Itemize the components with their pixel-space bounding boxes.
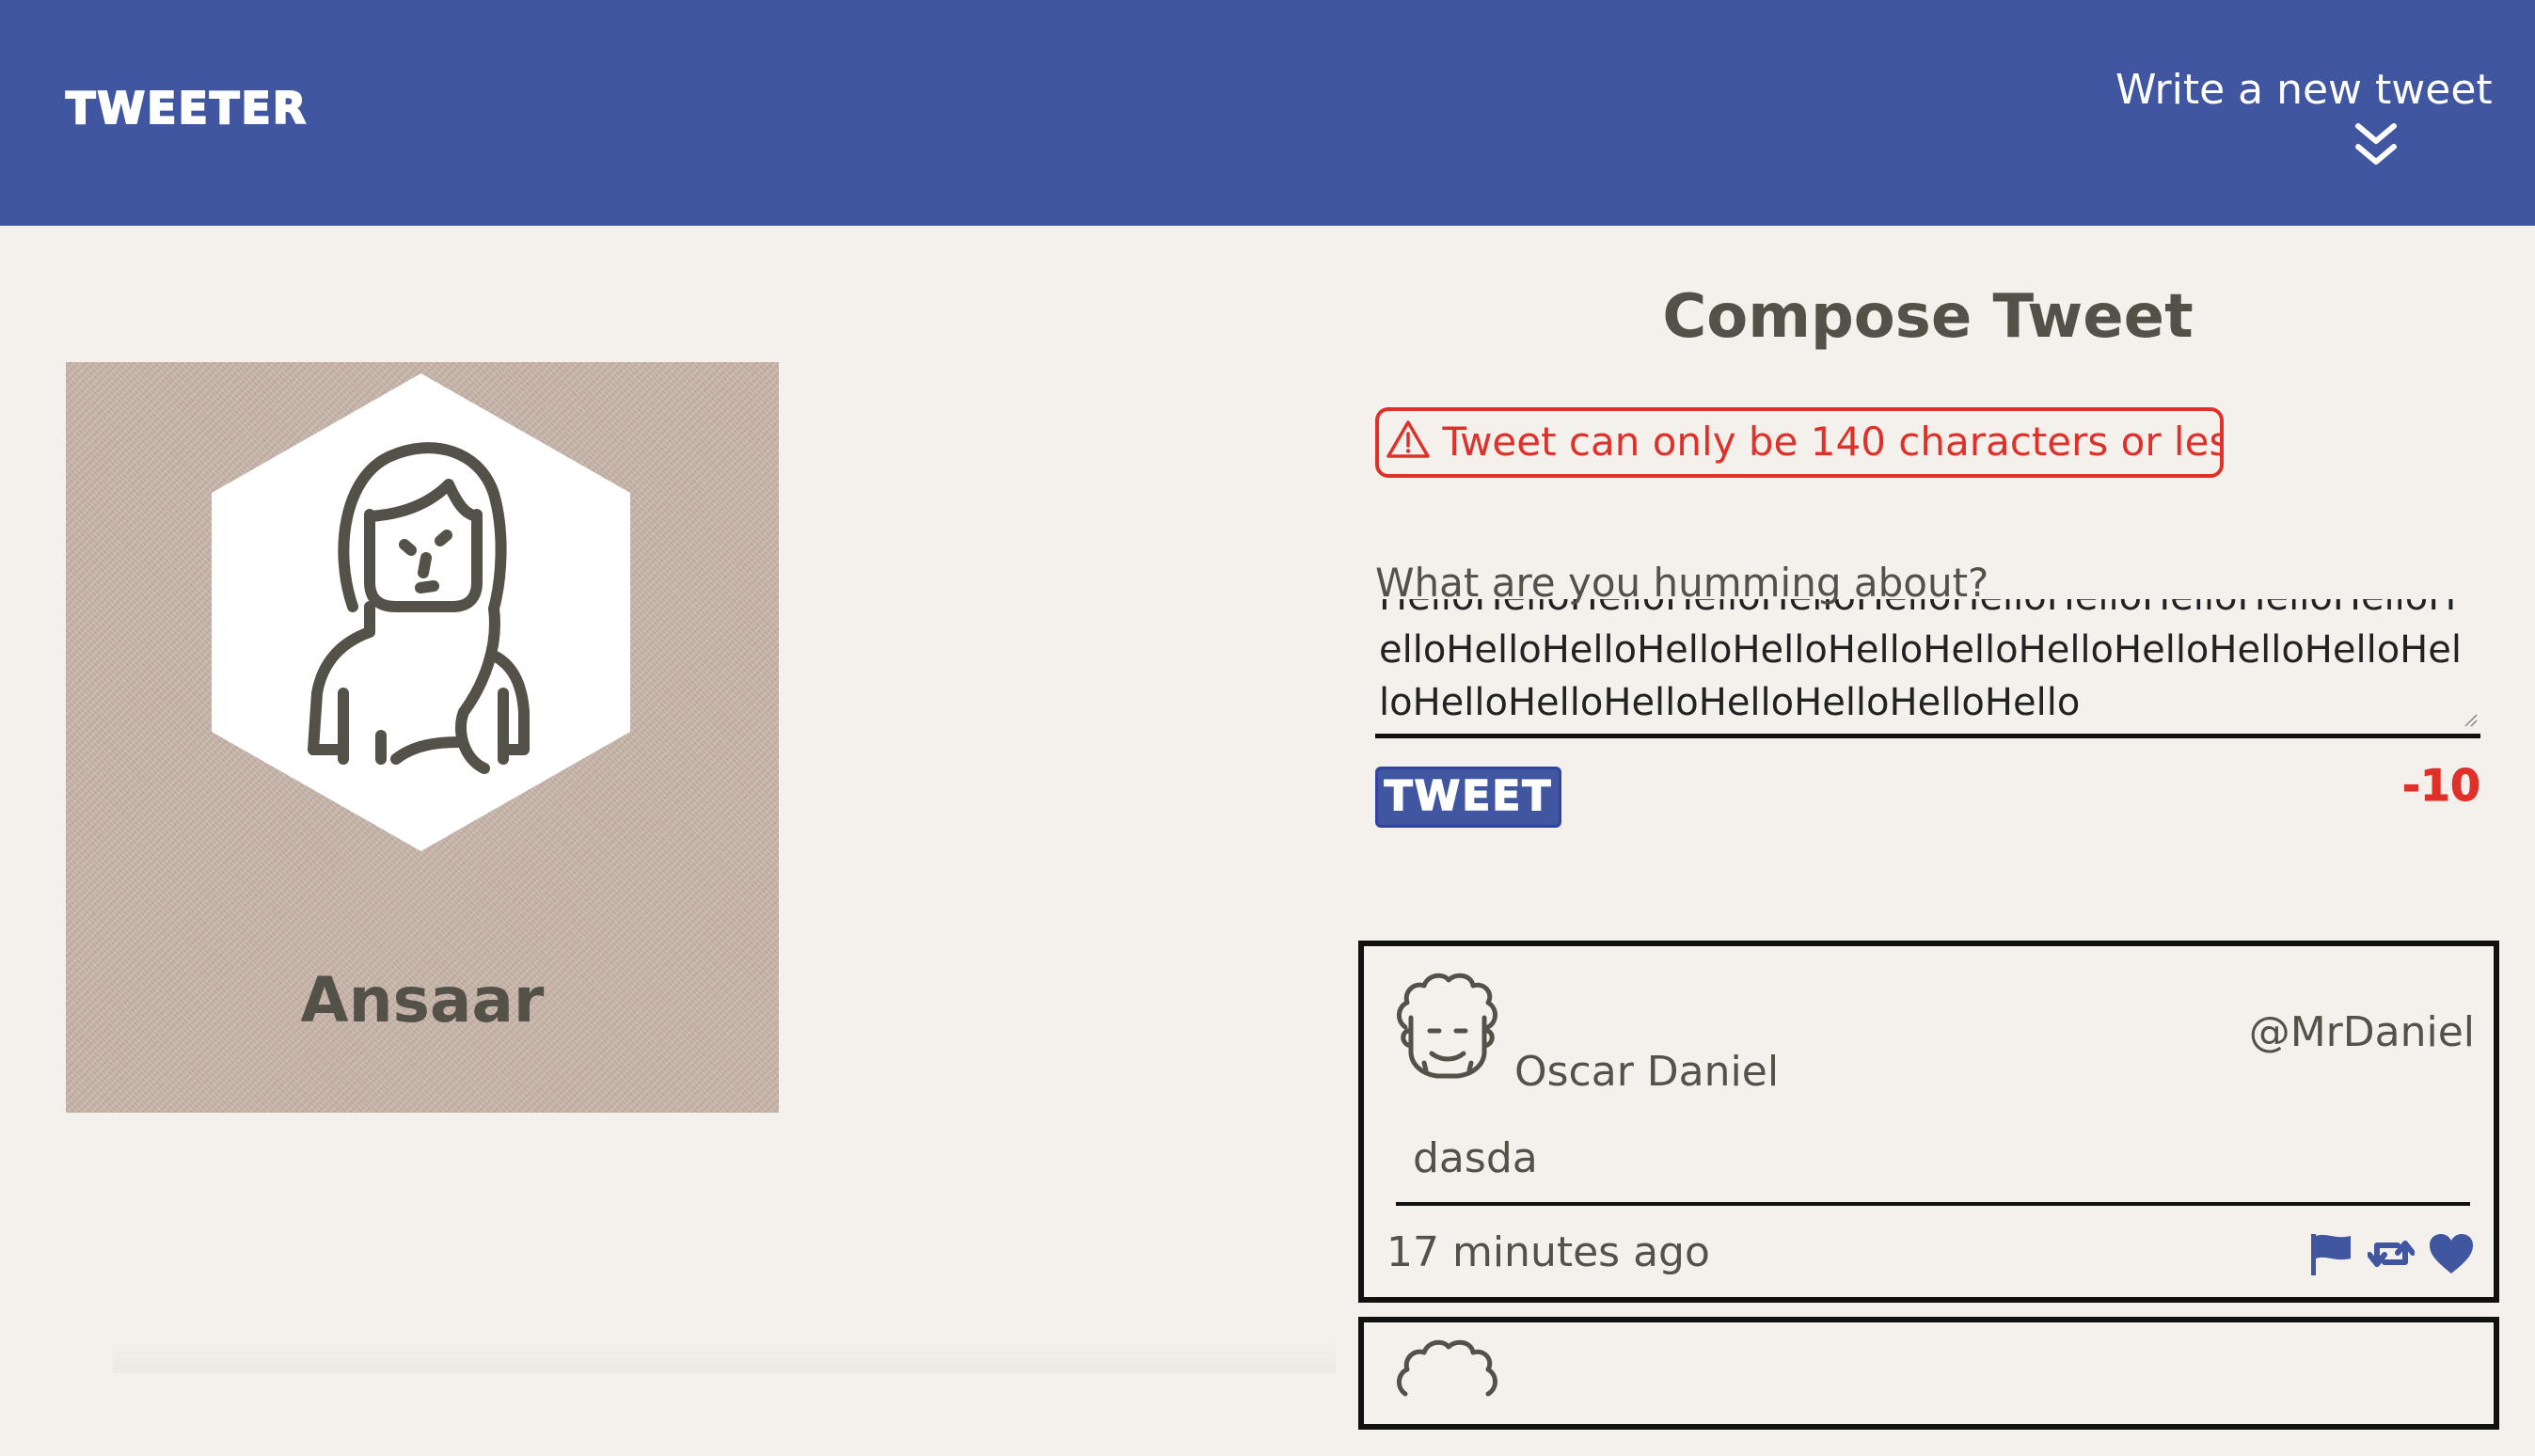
tweet-divider — [1396, 1202, 2470, 1206]
tweet-textarea-label: What are you humming about? — [1375, 560, 1989, 606]
character-counter: -10 — [2401, 760, 2480, 812]
textarea-line: elloHelloHelloHelloHelloHelloHelloHelloH… — [1379, 628, 2462, 672]
resize-grip-icon[interactable] — [2464, 713, 2479, 728]
tweet-author-name: Oscar Daniel — [1514, 1048, 1780, 1096]
textarea-line: loHelloHelloHelloHelloHelloHelloHello — [1379, 681, 2081, 724]
tweet-content: dasda — [1413, 1134, 1538, 1182]
flag-icon[interactable] — [2307, 1232, 2354, 1275]
retweet-icon[interactable] — [2368, 1232, 2415, 1275]
woman-avatar-icon — [212, 373, 630, 851]
write-new-tweet-label[interactable]: Write a new tweet — [2115, 66, 2493, 114]
tweet-timestamp: 17 minutes ago — [1386, 1228, 1710, 1276]
compose-tweet-form: HelloHelloHelloHelloHelloHelloHelloHello… — [1375, 560, 2480, 748]
navbar: TWEETER Write a new tweet — [0, 0, 2535, 226]
warning-icon — [1386, 420, 1430, 458]
error-message-text: Tweet can only be 140 characters or less — [1442, 419, 2224, 465]
heart-icon[interactable] — [2428, 1232, 2475, 1275]
tweet-card: Oscar Daniel @MrDaniel dasda 17 minutes … — [1358, 941, 2499, 1303]
double-chevron-down-icon[interactable] — [2353, 120, 2400, 169]
profile-name: Ansaar — [300, 964, 545, 1037]
user-profile-card: Ansaar — [66, 362, 779, 1113]
error-message: Tweet can only be 140 characters or less — [1375, 407, 2224, 478]
page-shadow — [113, 1336, 1336, 1373]
tweet-card — [1358, 1317, 2499, 1430]
compose-title: Compose Tweet — [1662, 282, 2194, 352]
tweet-textarea[interactable]: HelloHelloHelloHelloHelloHelloHelloHello… — [1375, 599, 2480, 738]
curly-hair-man-avatar-icon — [1397, 973, 1497, 1079]
tweet-author-handle: @MrDaniel — [2248, 1008, 2475, 1056]
tweet-submit-button[interactable]: TWEET — [1375, 767, 1561, 828]
brand-logo[interactable]: TWEETER — [65, 82, 308, 135]
tweet-actions — [2307, 1230, 2475, 1277]
curly-hair-man-avatar-icon — [1397, 1339, 1497, 1397]
write-new-tweet-toggle[interactable]: Write a new tweet — [2115, 66, 2493, 169]
